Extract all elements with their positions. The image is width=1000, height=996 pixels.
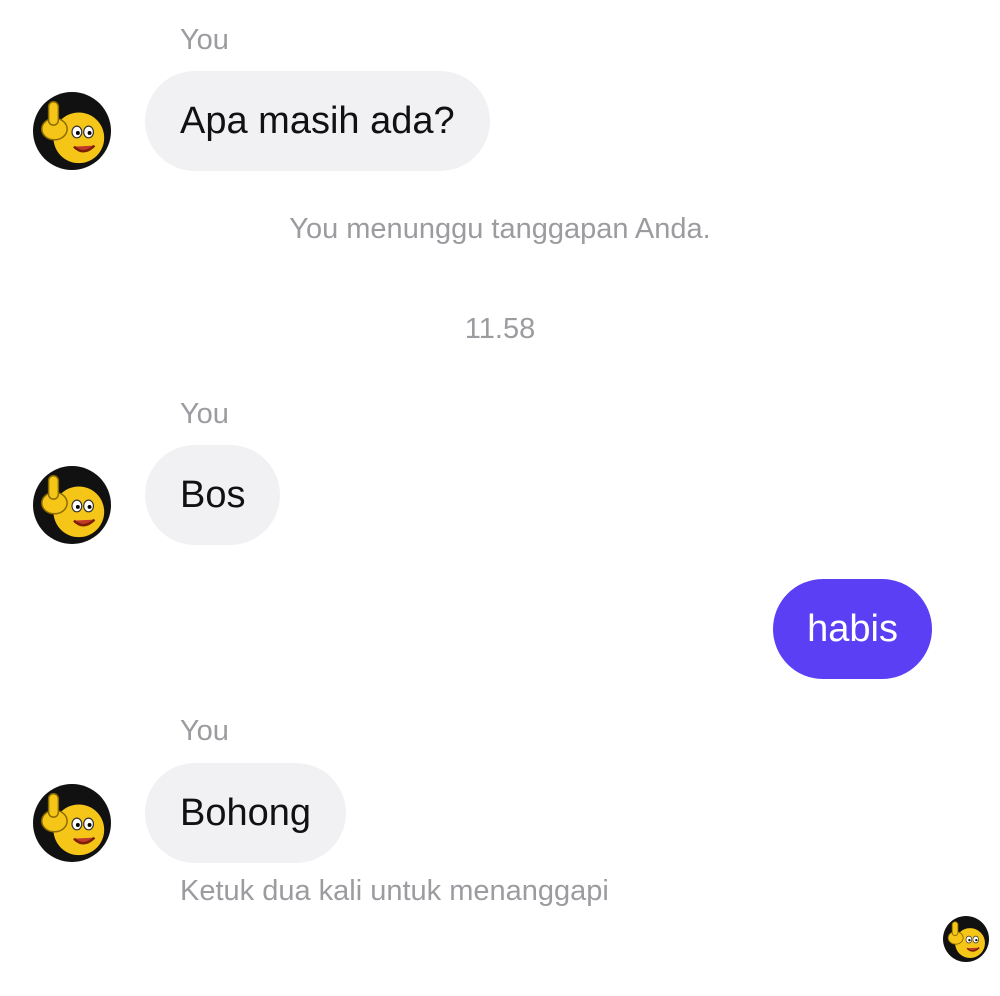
sender-avatar[interactable] [33,92,111,170]
message-text: Apa masih ada? [180,99,455,142]
message-text: Bos [180,473,246,516]
message-bubble-incoming[interactable]: Apa masih ada? [145,71,490,171]
sender-name: You [180,398,229,430]
message-bubble-incoming[interactable]: Bohong [145,763,347,863]
message-text: habis [807,607,898,650]
chat-thread: You Apa masih ada? You menunggu tanggapa… [0,0,1000,996]
timestamp: 11.58 [464,313,536,345]
message-text: Bohong [180,791,312,834]
awaiting-response-notice: You menunggu tanggapan Anda. [289,213,711,245]
sender-avatar[interactable] [33,784,111,862]
seen-receipt-avatar [943,916,989,962]
double-tap-hint: Ketuk dua kali untuk menanggapi [180,875,609,907]
thumbs-up-smiley-icon [943,916,989,962]
sender-name: You [180,24,229,56]
sender-name: You [180,715,229,747]
message-bubble-incoming[interactable]: Bos [145,445,281,545]
thumbs-up-smiley-icon [33,466,111,544]
sender-avatar[interactable] [33,466,111,544]
thumbs-up-smiley-icon [33,784,111,862]
thumbs-up-smiley-icon [33,92,111,170]
message-bubble-outgoing[interactable]: habis [773,579,932,679]
